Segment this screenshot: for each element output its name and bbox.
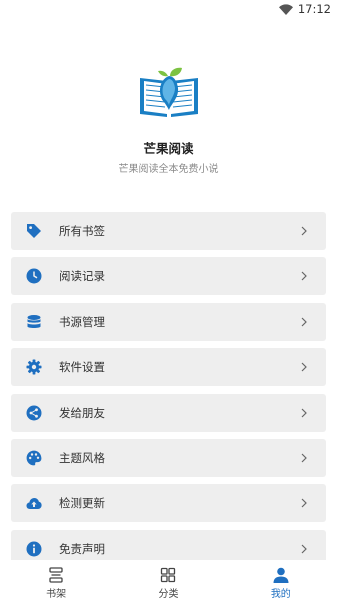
- share-icon: [26, 405, 42, 421]
- chevron-right-icon: [300, 270, 308, 282]
- chevron-right-icon: [300, 316, 308, 328]
- chevron-right-icon: [300, 407, 308, 419]
- chevron-right-icon: [300, 497, 308, 509]
- palette-icon: [26, 450, 42, 466]
- book-leaf-logo-icon: [140, 67, 198, 117]
- menu-item-label: 发给朋友: [59, 405, 105, 420]
- menu-item-label: 免责声明: [59, 541, 105, 556]
- info-icon: [26, 541, 42, 557]
- menu-item-label: 阅读记录: [59, 269, 105, 284]
- tab-label: 书架: [46, 589, 67, 600]
- app-logo: [138, 64, 200, 122]
- status-bar: 17:12: [0, 0, 337, 18]
- tag-icon: [26, 223, 42, 239]
- menu-item-label: 书源管理: [59, 314, 105, 329]
- status-right: 17:12: [278, 2, 331, 16]
- grid-icon: [161, 567, 176, 583]
- chevron-right-icon: [300, 361, 308, 373]
- gear-icon: [26, 359, 42, 375]
- menu-item-label: 检测更新: [59, 496, 105, 511]
- chevron-right-icon: [300, 225, 308, 237]
- menu-item-share[interactable]: 发给朋友: [11, 393, 326, 432]
- person-icon: [273, 567, 289, 583]
- menu-item-bookmarks[interactable]: 所有书签: [11, 212, 326, 250]
- menu-item-history[interactable]: 阅读记录: [11, 257, 326, 296]
- tab-mine[interactable]: 我的: [225, 560, 337, 600]
- tab-label: 分类: [158, 589, 179, 600]
- cloud-upload-icon: [26, 495, 42, 511]
- app-name: 芒果阅读: [143, 141, 194, 156]
- tab-bookshelf[interactable]: 书架: [0, 560, 112, 600]
- menu-item-settings[interactable]: 软件设置: [11, 348, 326, 387]
- chevron-right-icon: [300, 452, 308, 464]
- menu-item-theme[interactable]: 主题风格: [11, 438, 326, 477]
- clock-icon: [26, 268, 42, 284]
- database-icon: [26, 314, 42, 330]
- menu-item-sources[interactable]: 书源管理: [11, 302, 326, 341]
- menu-item-update[interactable]: 检测更新: [11, 484, 326, 523]
- menu-item-label: 所有书签: [59, 224, 105, 238]
- tab-categories[interactable]: 分类: [112, 560, 224, 600]
- menu-item-label: 软件设置: [59, 360, 105, 375]
- chevron-right-icon: [300, 543, 308, 555]
- wifi-icon: [278, 3, 293, 15]
- status-time: 17:12: [297, 2, 331, 16]
- bookshelf-icon: [49, 567, 63, 583]
- app-slogan: 芒果阅读全本免费小说: [118, 164, 219, 175]
- settings-menu: 所有书签 阅读记录 书源管理 软件设置 发给朋友 主题风格 检测更新 免责声明: [11, 212, 326, 575]
- menu-item-label: 主题风格: [59, 450, 105, 465]
- tab-label: 我的: [270, 589, 291, 600]
- bottom-tab-bar: 书架 分类 我的: [0, 560, 337, 600]
